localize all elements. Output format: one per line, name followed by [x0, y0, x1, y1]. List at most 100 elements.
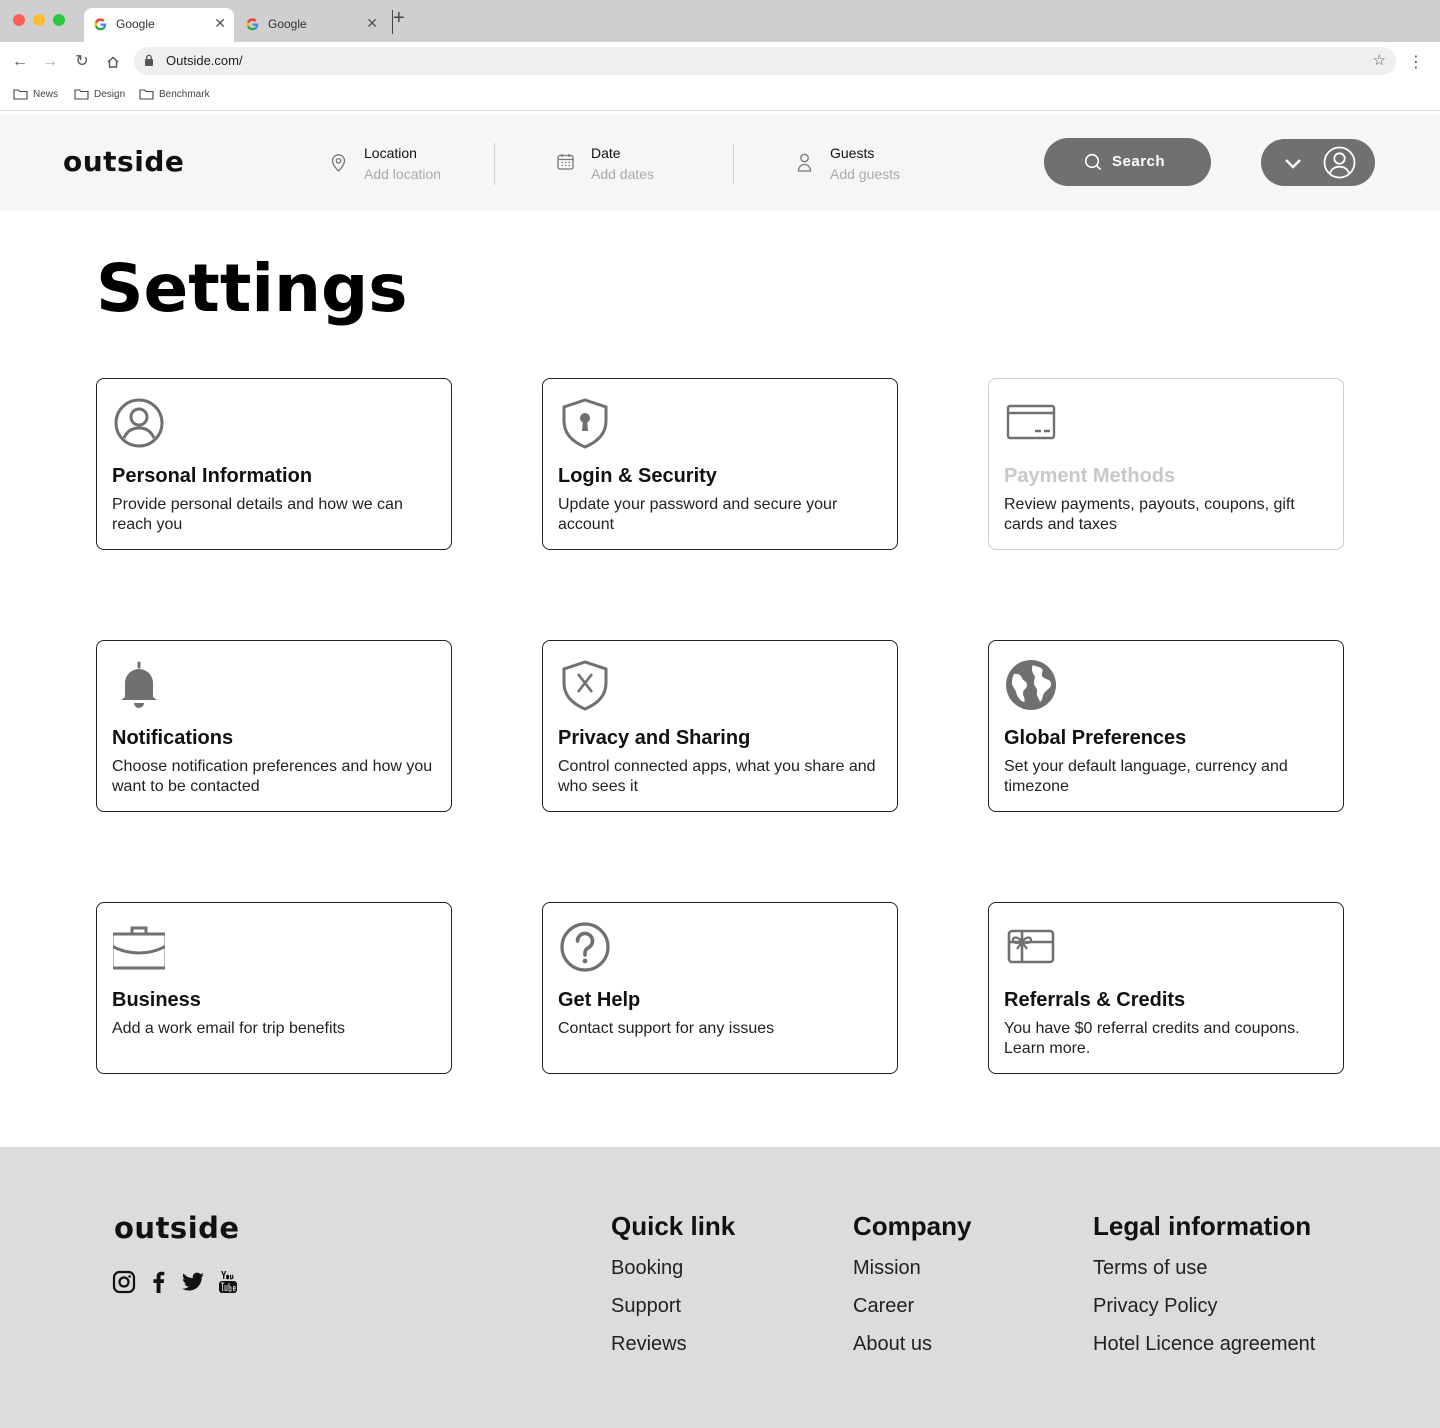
back-arrow-icon[interactable]: ←: [10, 52, 30, 72]
footer-link-career[interactable]: Career: [853, 1295, 971, 1318]
folder-icon: [139, 89, 154, 100]
browser-tab[interactable]: Google ✕: [236, 8, 386, 42]
tab-title: Google: [268, 17, 307, 31]
tab-title: Google: [116, 17, 155, 31]
settings-card-global-preferences[interactable]: Global Preferences Set your default lang…: [988, 640, 1344, 812]
location-placeholder: Add location: [364, 166, 442, 182]
page-title: Settings: [96, 250, 408, 327]
card-title: Payment Methods: [1004, 465, 1176, 487]
search-button[interactable]: Search: [1044, 138, 1211, 186]
bell-icon: [121, 661, 157, 708]
card-title: Personal Information: [112, 465, 313, 487]
twitter-icon[interactable]: [181, 1270, 205, 1294]
folder-icon: [13, 89, 28, 100]
site-logo[interactable]: outside: [63, 145, 184, 178]
browser-tab-active[interactable]: Google ✕: [84, 8, 234, 42]
globe-icon: [1006, 660, 1056, 710]
shield-x-icon: [562, 660, 608, 711]
footer-link-terms-of-use[interactable]: Terms of use: [1093, 1257, 1315, 1280]
reload-icon[interactable]: ↻: [72, 52, 92, 72]
facebook-icon[interactable]: [147, 1270, 171, 1294]
gift-card-icon: [1007, 929, 1055, 964]
lock-icon: [145, 54, 153, 66]
location-label: Location: [364, 145, 417, 161]
url-text: Outside.com/: [166, 53, 243, 68]
footer-link-about-us[interactable]: About us: [853, 1333, 971, 1356]
settings-card-privacy-sharing[interactable]: Privacy and Sharing Control connected ap…: [542, 640, 898, 812]
close-window-button[interactable]: [13, 14, 25, 26]
field-divider: [733, 143, 734, 185]
settings-card-business[interactable]: Business Add a work email for trip benef…: [96, 902, 452, 1074]
card-title: Global Preferences: [1004, 727, 1187, 749]
browser-toolbar: ← → ↻ Outside.com/ ☆ ⋮: [0, 42, 1440, 82]
settings-card-referrals-credits[interactable]: Referrals & Credits You have $0 referral…: [988, 902, 1344, 1074]
card-description: Provide personal details and how we can …: [112, 496, 403, 533]
bookmark-label: News: [33, 88, 59, 100]
footer-link-booking[interactable]: Booking: [611, 1257, 735, 1280]
footer-heading: Quick link: [611, 1211, 736, 1241]
user-circle-icon: [114, 398, 164, 448]
footer-link-reviews[interactable]: Reviews: [611, 1333, 735, 1356]
card-description: Control connected apps, what you share a…: [558, 758, 876, 795]
footer-heading: Company: [853, 1211, 972, 1241]
youtube-icon[interactable]: [216, 1270, 240, 1294]
settings-card-login-security[interactable]: Login & Security Update your password an…: [542, 378, 898, 550]
calendar-icon: [557, 154, 574, 170]
settings-card-get-help[interactable]: Get Help Contact support for any issues: [542, 902, 898, 1074]
google-icon: [246, 18, 259, 31]
card-title: Login & Security: [558, 465, 717, 487]
briefcase-icon: [113, 926, 165, 970]
card-description: Contact support for any issues: [558, 1020, 775, 1037]
footer-heading: Legal information: [1093, 1211, 1312, 1241]
footer-link-privacy-policy[interactable]: Privacy Policy: [1093, 1295, 1315, 1318]
bookmark-benchmark[interactable]: Benchmark: [139, 88, 210, 100]
site-header: outside Location Add location Date Add d…: [0, 115, 1440, 211]
forward-arrow-icon[interactable]: →: [40, 52, 60, 72]
footer-link-mission[interactable]: Mission: [853, 1257, 971, 1280]
settings-card-notifications[interactable]: Notifications Choose notification prefer…: [96, 640, 452, 812]
bookmark-design[interactable]: Design: [74, 88, 125, 100]
bookmark-label: Design: [94, 88, 126, 100]
search-button-label: Search: [1112, 153, 1166, 170]
credit-card-icon: [1006, 404, 1056, 440]
google-icon: [94, 18, 107, 31]
maximize-window-button[interactable]: [53, 14, 65, 26]
bookmark-star-icon[interactable]: ☆: [1373, 51, 1386, 69]
home-icon[interactable]: [103, 52, 123, 72]
avatar: [1323, 146, 1356, 179]
tab-close-icon[interactable]: ✕: [214, 15, 226, 32]
folder-icon: [74, 89, 89, 100]
instagram-icon[interactable]: [112, 1270, 136, 1294]
search-icon: [1084, 153, 1102, 171]
card-description: Add a work email for trip benefits: [112, 1020, 345, 1037]
card-title: Referrals & Credits: [1004, 989, 1186, 1011]
card-title: Notifications: [112, 727, 234, 749]
site-footer: outside Quick link Booking Support Revie…: [0, 1147, 1440, 1428]
card-title: Business: [112, 989, 201, 1011]
footer-link-support[interactable]: Support: [611, 1295, 735, 1318]
user-menu-button[interactable]: [1261, 139, 1375, 186]
footer-link-hotel-licence[interactable]: Hotel Licence agreement: [1093, 1333, 1315, 1356]
user-icon: [797, 153, 812, 172]
address-bar[interactable]: Outside.com/ ☆: [134, 47, 1396, 75]
bookmark-news[interactable]: News: [13, 88, 58, 100]
card-description: Update your password and secure your acc…: [558, 496, 838, 533]
field-divider: [494, 143, 495, 185]
bookmark-label: Benchmark: [159, 88, 210, 100]
plus-icon[interactable]: +: [393, 7, 405, 30]
card-description: Choose notification preferences and how …: [112, 758, 433, 795]
browser-tab-strip: Google ✕ Google ✕ +: [0, 0, 1440, 42]
map-pin-icon: [331, 154, 346, 172]
settings-card-payment-methods: Payment Methods Review payments, payouts…: [988, 378, 1344, 550]
tab-close-icon[interactable]: ✕: [366, 15, 378, 32]
minimize-window-button[interactable]: [33, 14, 45, 26]
chevron-down-icon: [1285, 159, 1301, 169]
help-circle-icon: [560, 922, 610, 972]
settings-card-personal-information[interactable]: Personal Information Provide personal de…: [96, 378, 452, 550]
browser-menu-icon[interactable]: ⋮: [1408, 52, 1424, 72]
footer-column-quick-link: Quick link Booking Support Reviews: [611, 1211, 735, 1356]
card-description: Review payments, payouts, coupons, gift …: [1004, 496, 1295, 533]
footer-logo[interactable]: outside: [114, 1211, 240, 1245]
shield-keyhole-icon: [562, 398, 608, 449]
card-description: You have $0 referral credits and coupons…: [1004, 1020, 1300, 1057]
